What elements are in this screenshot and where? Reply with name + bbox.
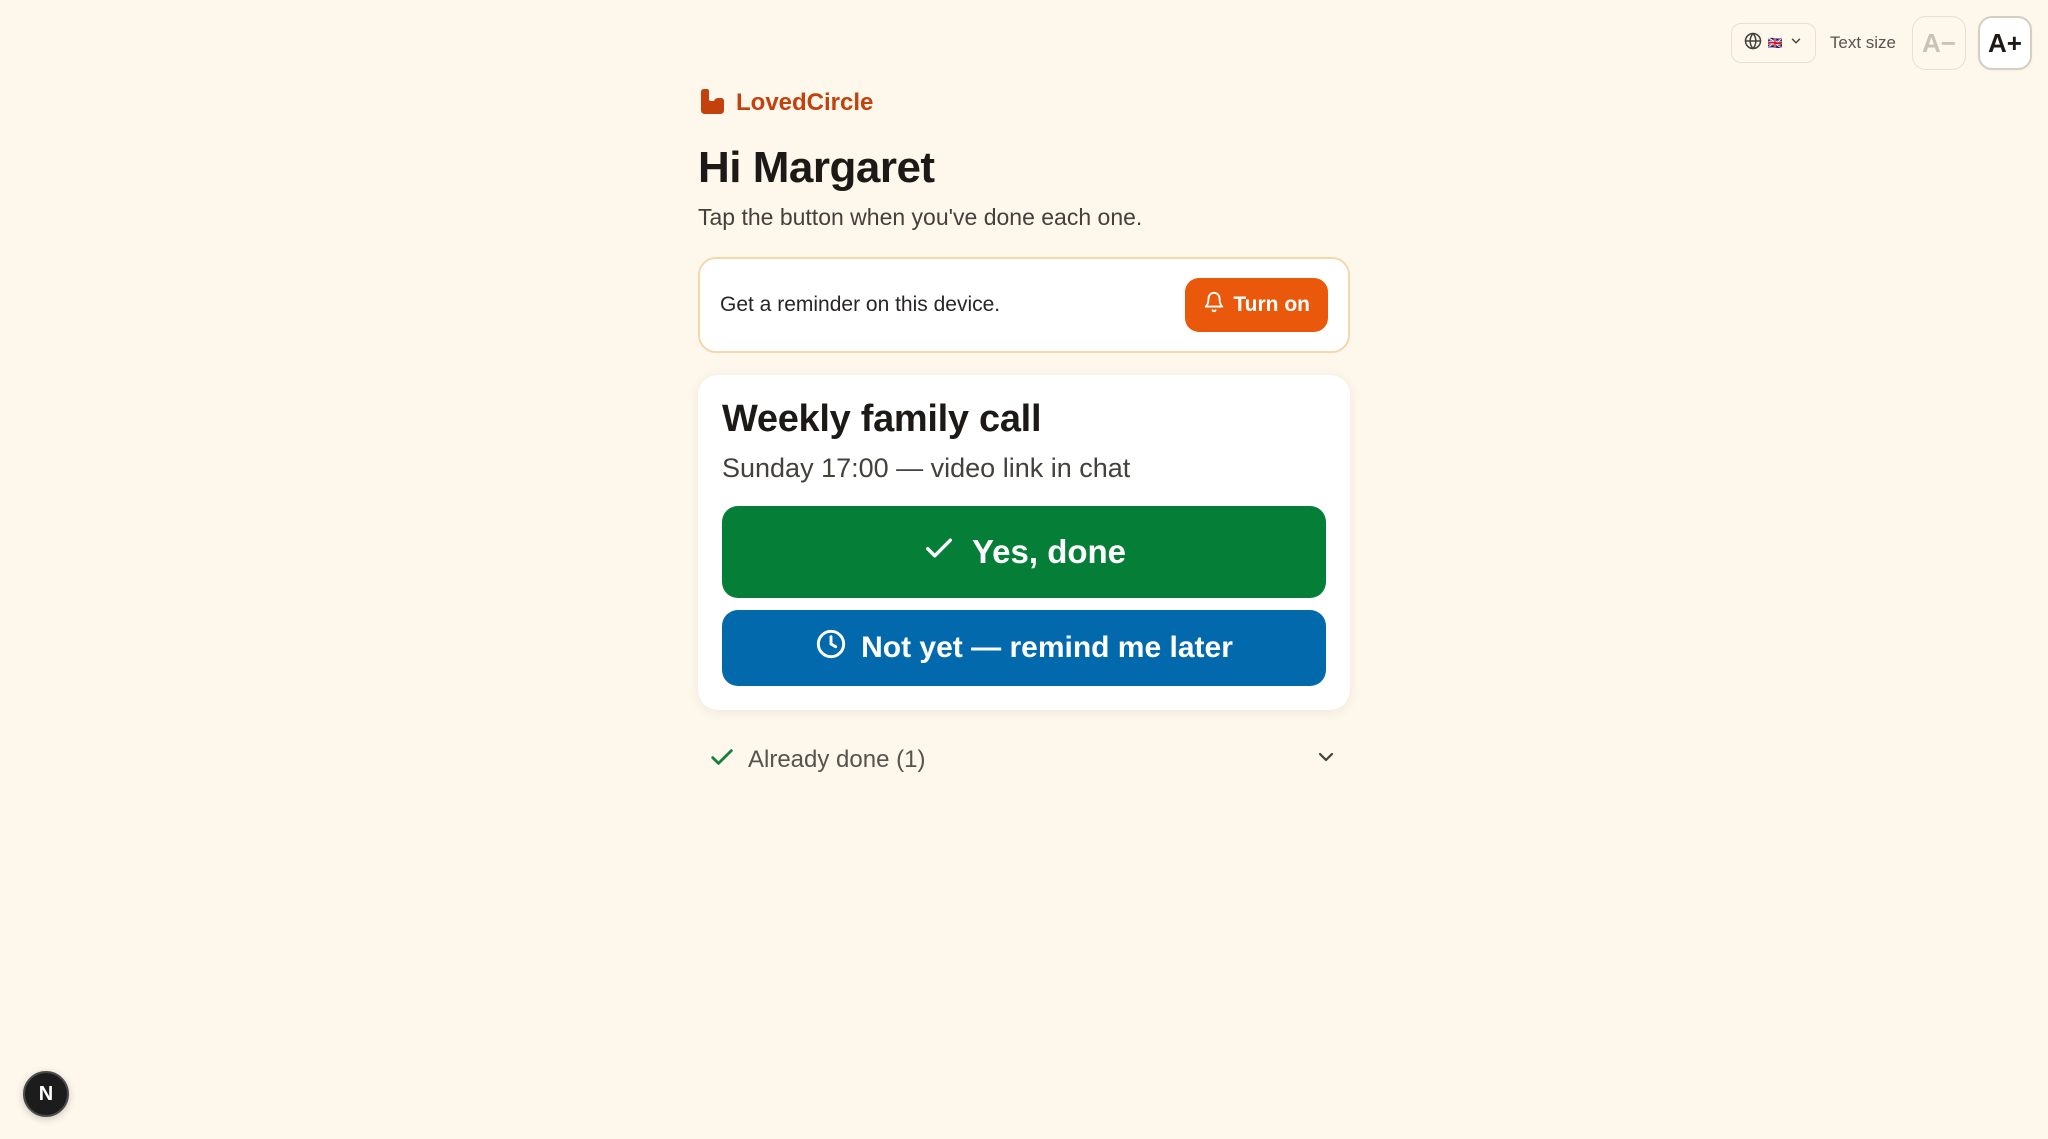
globe-icon [1744,32,1762,55]
page-subtitle: Tap the button when you've done each one… [698,204,1143,231]
remind-later-label: Not yet — remind me later [861,630,1233,664]
decrease-text-size-button[interactable]: A− [1912,16,1966,70]
accessibility-toolbar: 🇬🇧 Text size A− A+ [1730,16,2032,70]
clock-icon [815,628,847,668]
text-size-label: Text size [1829,33,1896,52]
main-content: LovedCircle Hi Margaret Tap the button w… [698,88,1350,782]
yes-done-label: Yes, done [971,532,1127,570]
chevron-down-icon [1789,34,1803,53]
increase-text-size-button[interactable]: A+ [1978,16,2032,70]
already-done-toggle[interactable]: Already done (1) [698,738,1350,782]
bell-icon [1203,291,1225,319]
dev-tools-badge[interactable]: N [23,1071,69,1117]
check-icon [708,743,736,776]
page-title: Hi Margaret [698,143,935,192]
remind-later-button[interactable]: Not yet — remind me later [722,609,1326,686]
check-icon [922,531,956,573]
task-title: Weekly family call [722,398,1042,441]
language-select[interactable]: 🇬🇧 [1730,23,1816,63]
lovedcircle-logo-icon [698,87,726,120]
turn-on-label: Turn on [1233,293,1310,317]
turn-on-reminder-button[interactable]: Turn on [1185,278,1328,333]
yes-done-button[interactable]: Yes, done [722,505,1326,598]
brand-header: LovedCircle [698,88,1350,118]
brand-name: LovedCircle [736,89,874,116]
chevron-down-icon [1314,745,1338,774]
reminder-card: Get a reminder on this device. Turn on [698,257,1350,354]
task-subtitle: Sunday 17:00 — video link in chat [722,452,1131,483]
already-done-header: Already done (1) [708,743,925,776]
already-done-label: Already done (1) [748,745,926,773]
reminder-text: Get a reminder on this device. [720,293,1001,317]
task-card: Weekly family call Sunday 17:00 — video … [698,375,1350,710]
uk-flag-icon: 🇬🇧 [1767,36,1783,50]
